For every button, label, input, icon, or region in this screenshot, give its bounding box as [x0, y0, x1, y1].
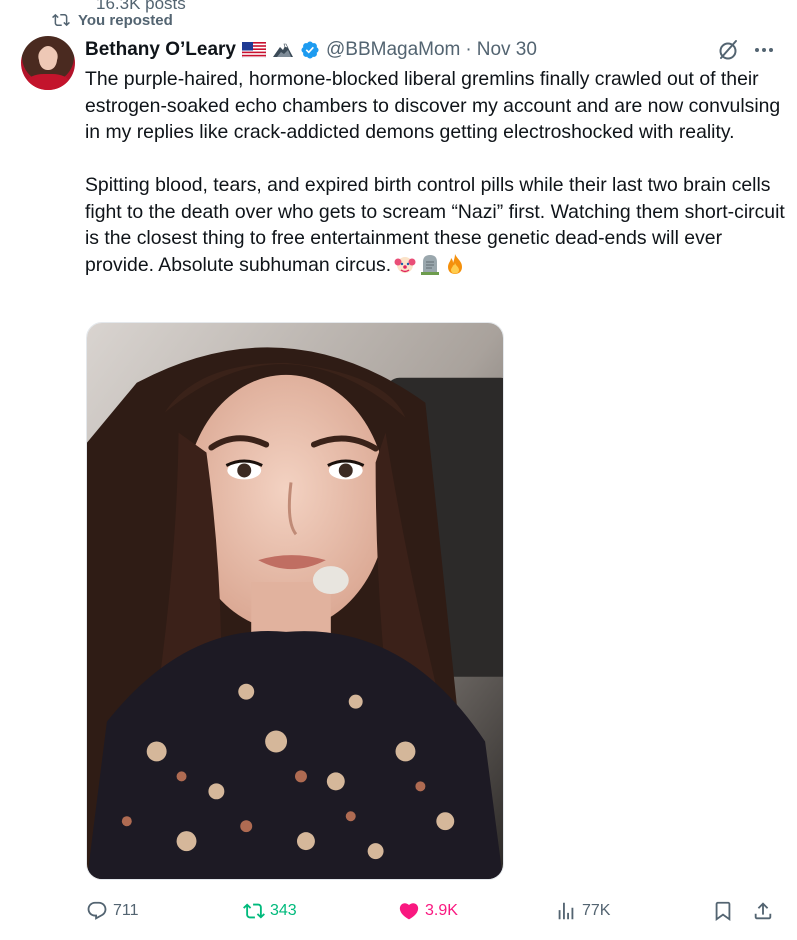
heart-icon [399, 903, 419, 920]
header-separator: · [465, 39, 472, 60]
repost-icon [243, 903, 265, 919]
repost-banner: You reposted [52, 11, 173, 29]
reply-icon [87, 901, 107, 920]
tweet-header: Bethany O’Leary @BBMagaMom · Nov 30 [85, 38, 537, 62]
author-name[interactable]: Bethany O’Leary [85, 39, 236, 61]
author-avatar[interactable] [21, 36, 75, 90]
reply-button[interactable]: 711 [86, 899, 139, 923]
like-button[interactable]: 3.9K [398, 899, 458, 923]
analytics-icon [558, 902, 574, 920]
more-options-icon[interactable] [752, 38, 776, 62]
tweet-paragraph-2: Spitting blood, tears, and expired birth… [85, 172, 785, 278]
repost-banner-label: You reposted [78, 11, 173, 29]
tweet-timestamp[interactable]: Nov 30 [477, 39, 537, 61]
views-count: 77K [582, 902, 611, 919]
avatar-shirt [27, 74, 69, 90]
clown-emoji [394, 256, 416, 273]
avatar-face [39, 46, 57, 70]
bookmark-icon [715, 901, 731, 922]
author-handle[interactable]: @BBMagaMom [326, 39, 460, 61]
reply-count: 711 [113, 902, 139, 919]
tweet-paragraph-1: The purple-haired, hormone-blocked liber… [85, 68, 781, 143]
verified-badge-icon [301, 41, 319, 59]
tweet-actions-bar: 711 343 3.9K 77K [86, 899, 786, 923]
bookmark-button[interactable] [712, 899, 734, 923]
share-button[interactable] [752, 899, 774, 923]
headstone-emoji [421, 254, 440, 275]
fire-emoji [448, 253, 463, 274]
us-flag-icon [242, 42, 266, 58]
tweet-body: The purple-haired, hormone-blocked liber… [85, 66, 785, 278]
ellipsis-icon [755, 48, 773, 52]
repost-button[interactable]: 343 [243, 899, 297, 923]
repost-count: 343 [270, 902, 297, 919]
tweet-photo[interactable] [86, 322, 504, 880]
selfie-photo-image [87, 323, 503, 879]
like-count: 3.9K [425, 902, 458, 919]
views-button[interactable]: 77K [555, 899, 610, 923]
share-icon [754, 902, 772, 920]
grok-icon[interactable] [716, 38, 740, 62]
eagle-icon [273, 43, 293, 57]
repost-icon [52, 13, 70, 27]
